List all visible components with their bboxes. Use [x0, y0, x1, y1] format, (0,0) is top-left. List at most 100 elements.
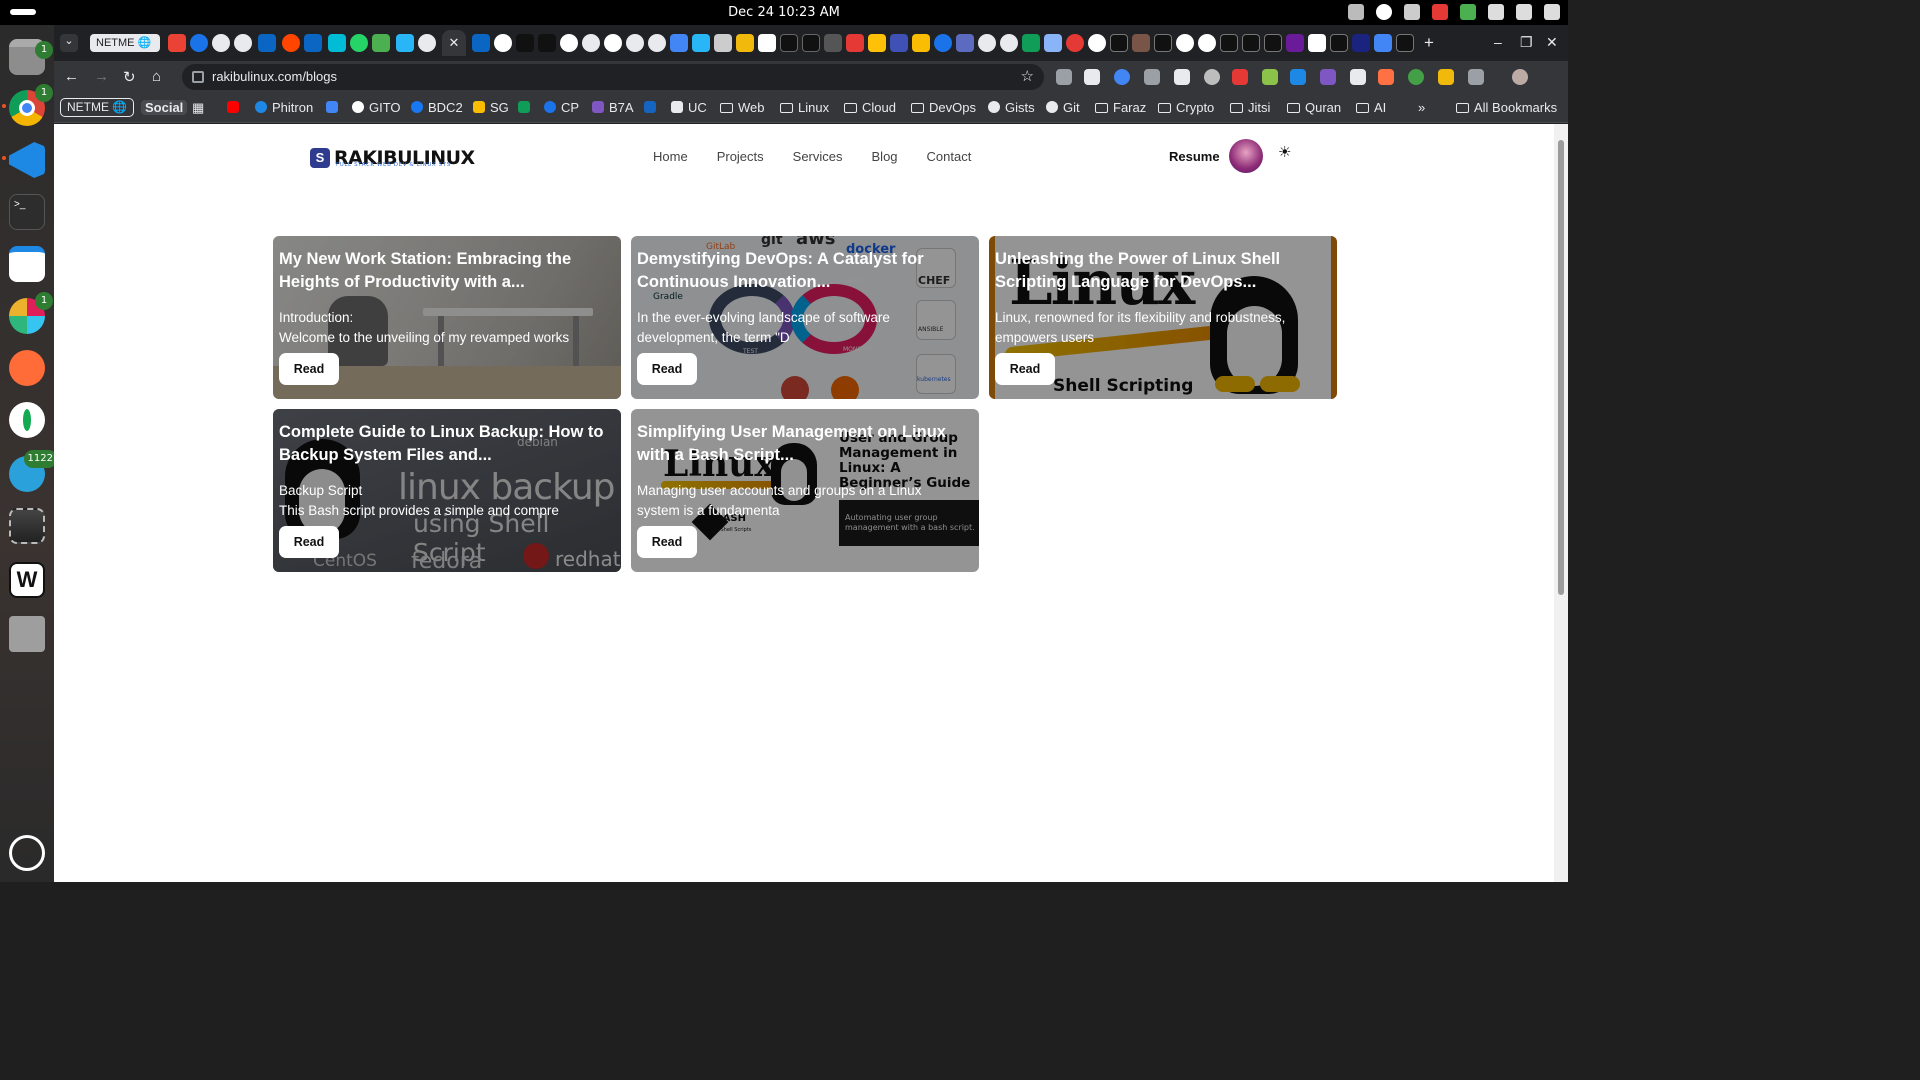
bookmark-folder-linux[interactable]: Linux — [780, 100, 829, 115]
bookmark-folder-crypto[interactable]: Crypto — [1158, 100, 1214, 115]
site-info-icon[interactable] — [192, 71, 204, 83]
tab-google-icon[interactable] — [1088, 34, 1106, 52]
tab-x-icon[interactable] — [1220, 34, 1238, 52]
bookmark-cp[interactable]: CP — [544, 100, 579, 115]
show-apps-icon[interactable] — [9, 835, 45, 871]
blog-card[interactable]: My New Work Station: Embracing the Heigh… — [273, 236, 621, 399]
tab-google-icon[interactable] — [560, 34, 578, 52]
bookmark-folder-web[interactable]: Web — [720, 100, 765, 115]
tab-generic-icon[interactable] — [1352, 34, 1370, 52]
terminal-app-icon[interactable]: >_ — [9, 194, 45, 230]
nav-contact[interactable]: Contact — [927, 149, 972, 164]
extension-pen-icon[interactable] — [1084, 69, 1100, 85]
nav-blog[interactable]: Blog — [872, 149, 898, 164]
vscode-app-icon[interactable] — [9, 142, 45, 178]
telegram-app-icon[interactable]: 1122 — [9, 450, 57, 492]
tab-onedrive-icon[interactable] — [934, 34, 952, 52]
extension-green-plus-icon[interactable] — [1408, 69, 1424, 85]
blog-card[interactable]: git aws docker GitLab CHEF ANSIBLE kuber… — [631, 236, 979, 399]
volume-icon[interactable] — [1516, 4, 1532, 20]
tab-google-icon[interactable] — [1176, 34, 1194, 52]
extension-blue-icon[interactable] — [1290, 69, 1306, 85]
scrollbar-thumb[interactable] — [1558, 140, 1564, 595]
slack-app-icon[interactable]: 1 — [9, 292, 53, 334]
apps-grid-icon[interactable]: ▦ — [192, 100, 204, 116]
tab-gmail-icon[interactable] — [168, 34, 186, 52]
tab-x-icon[interactable] — [1110, 34, 1128, 52]
tab-generic-icon[interactable] — [692, 34, 710, 52]
tab-google-icon[interactable] — [604, 34, 622, 52]
nav-services[interactable]: Services — [793, 149, 843, 164]
tab-translate-icon[interactable] — [1374, 34, 1392, 52]
power-icon[interactable] — [1544, 4, 1560, 20]
tab-x-icon[interactable] — [1330, 34, 1348, 52]
tab-linkedin-icon[interactable] — [304, 34, 322, 52]
bookmark-git[interactable]: Git — [1046, 100, 1080, 115]
network-icon[interactable] — [1488, 4, 1504, 20]
tab-generic-icon[interactable] — [1066, 34, 1084, 52]
tab-onedrive-icon[interactable] — [190, 34, 208, 52]
bookmark-folder-cloud[interactable]: Cloud — [844, 100, 896, 115]
bookmark-folder-devops[interactable]: DevOps — [911, 100, 976, 115]
tab-google-icon[interactable] — [1198, 34, 1216, 52]
tab-drive-icon[interactable] — [912, 34, 930, 52]
camera-icon[interactable] — [1348, 4, 1364, 20]
tab-github-icon[interactable] — [978, 34, 996, 52]
tab-github-icon[interactable] — [648, 34, 666, 52]
tab-generic-icon[interactable] — [846, 34, 864, 52]
tab-openai-icon[interactable] — [582, 34, 600, 52]
post-title[interactable]: Demystifying DevOps: A Catalyst for Cont… — [637, 248, 971, 294]
bookmark-social[interactable]: Social — [141, 100, 188, 115]
tab-active[interactable]: ✕ — [442, 30, 466, 56]
mongodb-app-icon[interactable] — [9, 402, 45, 438]
postman-app-icon[interactable] — [9, 350, 45, 386]
extension-green-icon[interactable] — [1262, 69, 1278, 85]
post-title[interactable]: Complete Guide to Linux Backup: How to B… — [279, 421, 613, 467]
bookmark-star-icon[interactable]: ☆ — [1021, 64, 1034, 90]
extension-purple-icon[interactable] — [1320, 69, 1336, 85]
user-avatar[interactable] — [1229, 139, 1263, 173]
tab-openai-icon[interactable] — [626, 34, 644, 52]
telegram-tray-icon[interactable] — [1376, 4, 1392, 20]
extension-blue-icon[interactable] — [1114, 69, 1130, 85]
extension-binance-icon[interactable] — [1438, 69, 1454, 85]
extension-qr-icon[interactable] — [1174, 69, 1190, 85]
tab-generic-icon[interactable] — [1286, 34, 1304, 52]
tab-gemini-icon[interactable] — [1044, 34, 1062, 52]
tab-generic-icon[interactable] — [956, 34, 974, 52]
bookmark-sg[interactable]: SG — [473, 100, 509, 115]
extensions-puzzle-icon[interactable] — [1468, 69, 1484, 85]
tab-reddit-icon[interactable] — [282, 34, 300, 52]
tab-linkedin-icon[interactable] — [472, 34, 490, 52]
tab-sheets-icon[interactable] — [1022, 34, 1040, 52]
tab-binance-icon[interactable] — [736, 34, 754, 52]
video-editor-app-icon[interactable] — [9, 508, 45, 544]
read-button[interactable]: Read — [637, 526, 697, 558]
tab-x-icon[interactable] — [1242, 34, 1260, 52]
bookmark-folder-jitsi[interactable]: Jitsi — [1230, 100, 1270, 115]
tab-search-button[interactable]: ⌄ — [60, 34, 78, 52]
extension-grey-icon[interactable] — [1144, 69, 1160, 85]
blog-card[interactable]: Linux Shell Scripting Unleashing the Pow… — [989, 236, 1337, 399]
address-bar[interactable]: rakibulinux.com/blogs ☆ — [182, 64, 1044, 90]
bookmark-drive-icon[interactable] — [518, 100, 535, 115]
tab-generic-icon[interactable] — [328, 34, 346, 52]
chrome-app-icon[interactable]: 1 — [9, 84, 53, 126]
extension-window-icon[interactable] — [1350, 69, 1366, 85]
tab-github-icon[interactable] — [212, 34, 230, 52]
tab-github-icon[interactable] — [418, 34, 436, 52]
tab-github-icon[interactable] — [1000, 34, 1018, 52]
resume-link[interactable]: Resume — [1169, 149, 1220, 164]
tab-docs-icon[interactable] — [670, 34, 688, 52]
theme-toggle-sun-icon[interactable]: ☀ — [1278, 145, 1292, 160]
all-bookmarks[interactable]: All Bookmarks — [1456, 100, 1557, 115]
blog-card[interactable]: Linux BASH & Shell Scripts User and Grou… — [631, 409, 979, 572]
nav-home[interactable]: Home — [653, 149, 688, 164]
system-clock[interactable]: Dec 24 10:23 AM — [0, 5, 1568, 20]
youtube-bookmark-icon[interactable] — [227, 100, 244, 115]
bookmark-phitron[interactable]: Phitron — [255, 100, 313, 115]
tab-x-icon[interactable] — [1396, 34, 1414, 52]
back-button[interactable]: ← — [64, 68, 79, 85]
tab-linkedin-icon[interactable] — [258, 34, 276, 52]
read-button[interactable]: Read — [279, 526, 339, 558]
